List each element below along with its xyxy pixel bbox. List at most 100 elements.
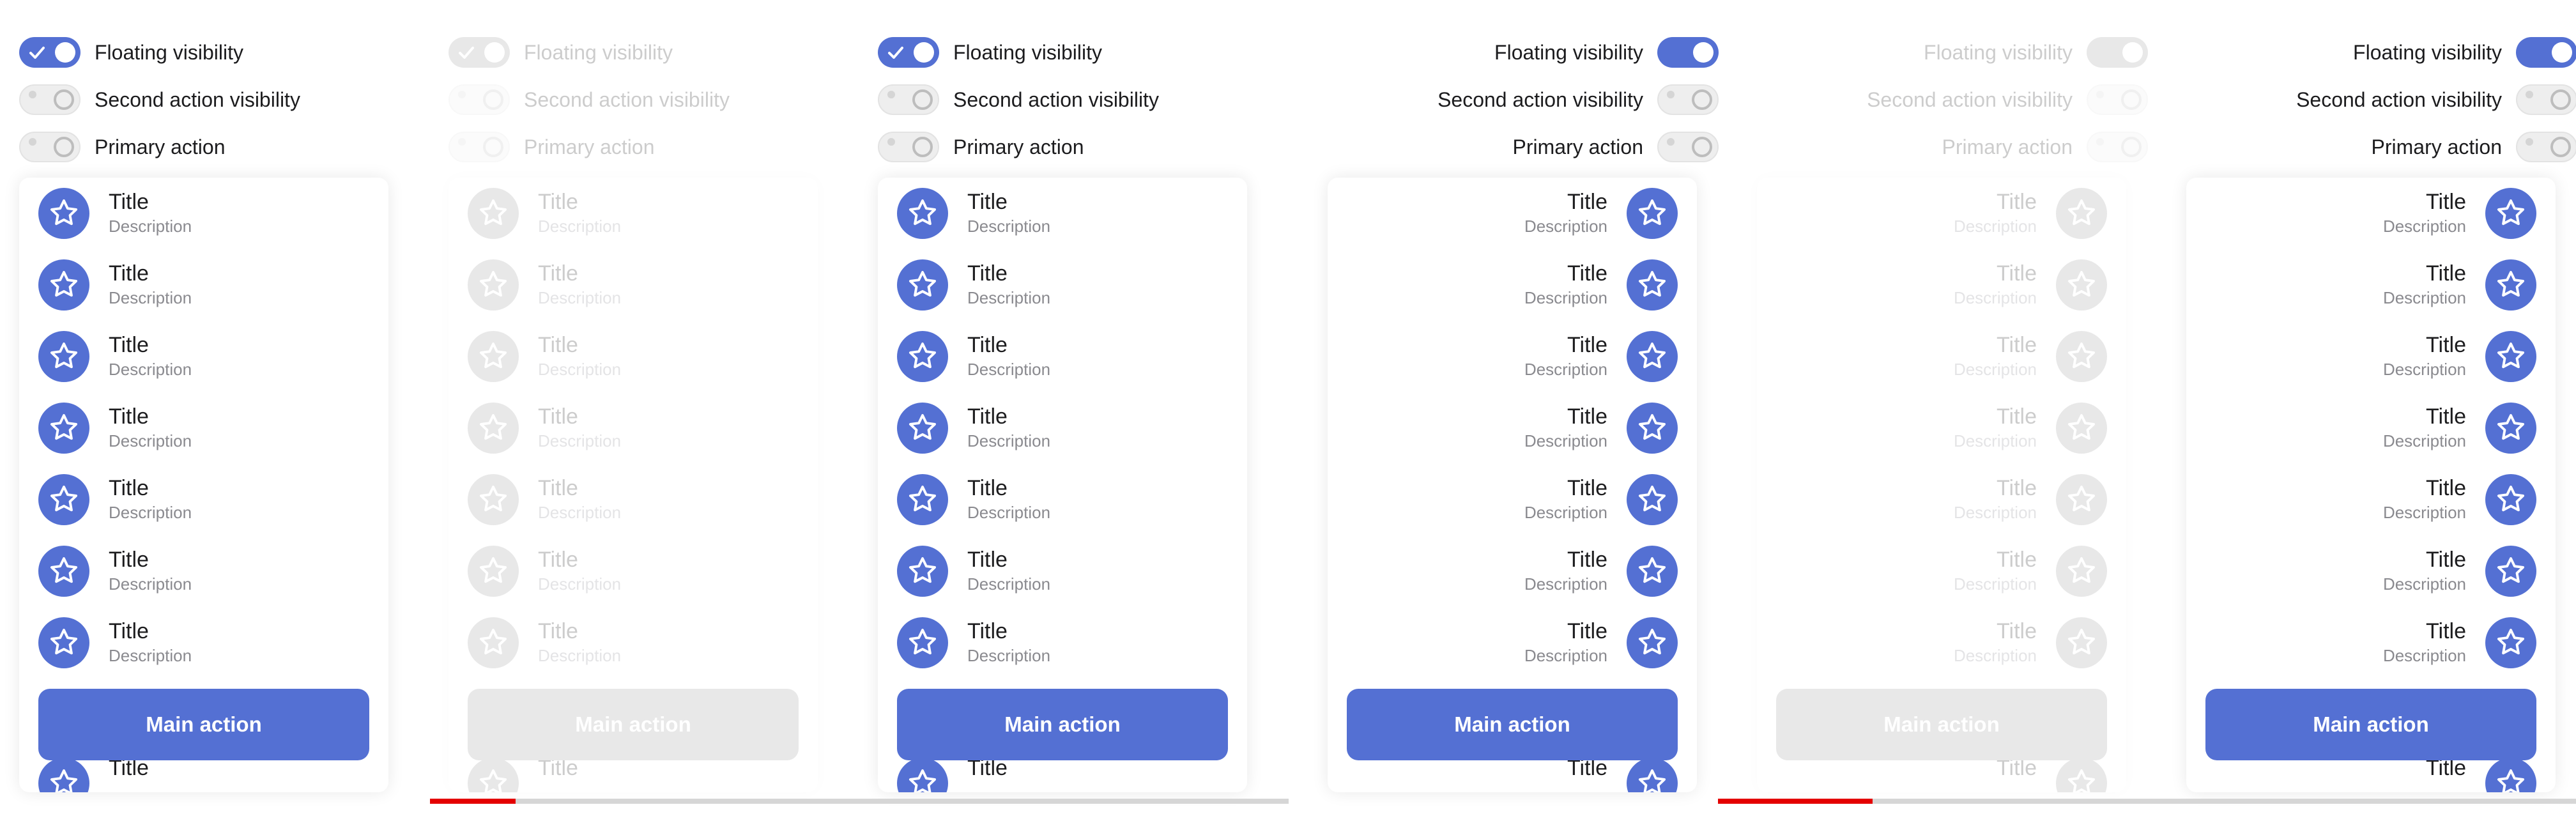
list-item[interactable]: Title Description	[448, 464, 818, 535]
toggle-primary-action[interactable]: Primary action	[2186, 128, 2576, 166]
star-icon	[897, 259, 948, 311]
star-icon	[2485, 259, 2536, 311]
list-item[interactable]: Title Description	[448, 535, 818, 607]
list-item[interactable]: Title Description	[2186, 178, 2556, 249]
item-title: Title	[109, 548, 149, 572]
list-item[interactable]: Title Description	[2186, 464, 2556, 535]
list-item[interactable]: Title Description	[1757, 464, 2126, 535]
primary-action-switch[interactable]	[448, 132, 510, 162]
list-item[interactable]: Title Description	[878, 535, 1247, 607]
list-item[interactable]: Title Description	[1757, 178, 2126, 249]
main-action-button[interactable]: Main action	[38, 689, 369, 760]
list-item[interactable]: Title Description	[19, 607, 388, 679]
primary-action-switch[interactable]	[878, 132, 939, 162]
toggle-primary-action[interactable]: Primary action	[19, 128, 410, 166]
primary-action-switch[interactable]	[2516, 132, 2576, 162]
list-item[interactable]: Title Description	[878, 321, 1247, 392]
variant-ltr-disabled: Floating visibility Second action visibi…	[429, 0, 859, 814]
main-action-button[interactable]: Main action	[2205, 689, 2536, 760]
list-item[interactable]: Title	[1757, 756, 2126, 792]
list-item[interactable]: Title Description	[2186, 535, 2556, 607]
list-item[interactable]: Title Description	[2186, 249, 2556, 321]
toggle-second-action-visibility[interactable]: Second action visibility	[878, 81, 1269, 119]
main-action-button[interactable]: Main action	[1776, 689, 2107, 760]
list-item[interactable]: Title Description	[1328, 178, 1697, 249]
floating-visibility-switch[interactable]	[2516, 37, 2576, 68]
floating-visibility-switch[interactable]	[2087, 37, 2148, 68]
toggle-primary-action[interactable]: Primary action	[1757, 128, 2148, 166]
toggle-floating-visibility[interactable]: Floating visibility	[448, 33, 839, 72]
list-item[interactable]: Title Description	[19, 249, 388, 321]
list-item[interactable]: Title	[19, 756, 388, 792]
toggle-floating-visibility[interactable]: Floating visibility	[1757, 33, 2148, 72]
toggle-primary-action[interactable]: Primary action	[878, 128, 1269, 166]
list-item[interactable]: Title Description	[448, 392, 818, 464]
primary-action-switch[interactable]	[2087, 132, 2148, 162]
floating-visibility-switch[interactable]	[448, 37, 510, 68]
list-item[interactable]: Title	[1328, 756, 1697, 792]
list-item[interactable]: Title Description	[448, 607, 818, 679]
list-item[interactable]: Title	[448, 756, 818, 792]
list-item[interactable]: Title	[878, 756, 1247, 792]
toggle-primary-action[interactable]: Primary action	[1328, 128, 1719, 166]
main-action-button[interactable]: Main action	[897, 689, 1228, 760]
second-action-visibility-switch[interactable]	[1657, 84, 1719, 115]
item-description: Description	[109, 646, 192, 665]
list-item[interactable]: Title Description	[19, 535, 388, 607]
list-item[interactable]: Title	[2186, 756, 2556, 792]
second-action-visibility-switch[interactable]	[878, 84, 939, 115]
second-action-visibility-switch[interactable]	[19, 84, 80, 115]
second-action-visibility-switch[interactable]	[448, 84, 510, 115]
second-action-visibility-switch[interactable]	[2087, 84, 2148, 115]
list-item[interactable]: Title Description	[19, 321, 388, 392]
list-item[interactable]: Title Description	[19, 392, 388, 464]
list-item[interactable]: Title Description	[448, 321, 818, 392]
toggle-second-action-visibility[interactable]: Second action visibility	[1328, 81, 1719, 119]
toggle-second-action-visibility[interactable]: Second action visibility	[448, 81, 839, 119]
toggle-primary-action[interactable]: Primary action	[448, 128, 839, 166]
list-item[interactable]: Title Description	[2186, 321, 2556, 392]
toggle-second-action-visibility[interactable]: Second action visibility	[2186, 81, 2576, 119]
toggle-second-action-visibility[interactable]: Second action visibility	[1757, 81, 2148, 119]
toggle-floating-visibility[interactable]: Floating visibility	[1328, 33, 1719, 72]
list-item[interactable]: Title Description	[878, 392, 1247, 464]
list-item[interactable]: Title Description	[878, 464, 1247, 535]
main-action-button[interactable]: Main action	[1347, 689, 1678, 760]
list-item[interactable]: Title Description	[448, 249, 818, 321]
list-item[interactable]: Title Description	[1757, 249, 2126, 321]
list-item[interactable]: Title Description	[1328, 535, 1697, 607]
list-item[interactable]: Title Description	[448, 178, 818, 249]
item-description: Description	[2382, 646, 2466, 665]
second-action-visibility-switch[interactable]	[2516, 84, 2576, 115]
toggle-floating-visibility[interactable]: Floating visibility	[19, 33, 410, 72]
list-item[interactable]: Title Description	[19, 464, 388, 535]
item-description: Description	[1953, 288, 2037, 307]
list-item[interactable]: Title Description	[1757, 392, 2126, 464]
list-item[interactable]: Title Description	[19, 178, 388, 249]
list-item[interactable]: Title Description	[878, 607, 1247, 679]
item-description: Description	[1524, 503, 1607, 522]
toggle-second-action-visibility[interactable]: Second action visibility	[19, 81, 410, 119]
list-item[interactable]: Title Description	[1757, 321, 2126, 392]
toggle-floating-visibility[interactable]: Floating visibility	[878, 33, 1269, 72]
list-item[interactable]: Title Description	[878, 249, 1247, 321]
list-item[interactable]: Title Description	[878, 178, 1247, 249]
list-item[interactable]: Title Description	[1757, 607, 2126, 679]
list-item[interactable]: Title Description	[1328, 249, 1697, 321]
list-item[interactable]: Title Description	[2186, 607, 2556, 679]
floating-visibility-switch[interactable]	[878, 37, 939, 68]
list-item[interactable]: Title Description	[1328, 607, 1697, 679]
floating-visibility-switch[interactable]	[19, 37, 80, 68]
main-action-button[interactable]: Main action	[468, 689, 799, 760]
primary-action-switch[interactable]	[19, 132, 80, 162]
star-icon	[468, 259, 519, 311]
list-item[interactable]: Title Description	[1328, 392, 1697, 464]
floating-visibility-switch[interactable]	[1657, 37, 1719, 68]
item-title: Title	[538, 548, 578, 572]
list-item[interactable]: Title Description	[2186, 392, 2556, 464]
list-item[interactable]: Title Description	[1757, 535, 2126, 607]
toggle-floating-visibility[interactable]: Floating visibility	[2186, 33, 2576, 72]
list-item[interactable]: Title Description	[1328, 321, 1697, 392]
list-item[interactable]: Title Description	[1328, 464, 1697, 535]
primary-action-switch[interactable]	[1657, 132, 1719, 162]
